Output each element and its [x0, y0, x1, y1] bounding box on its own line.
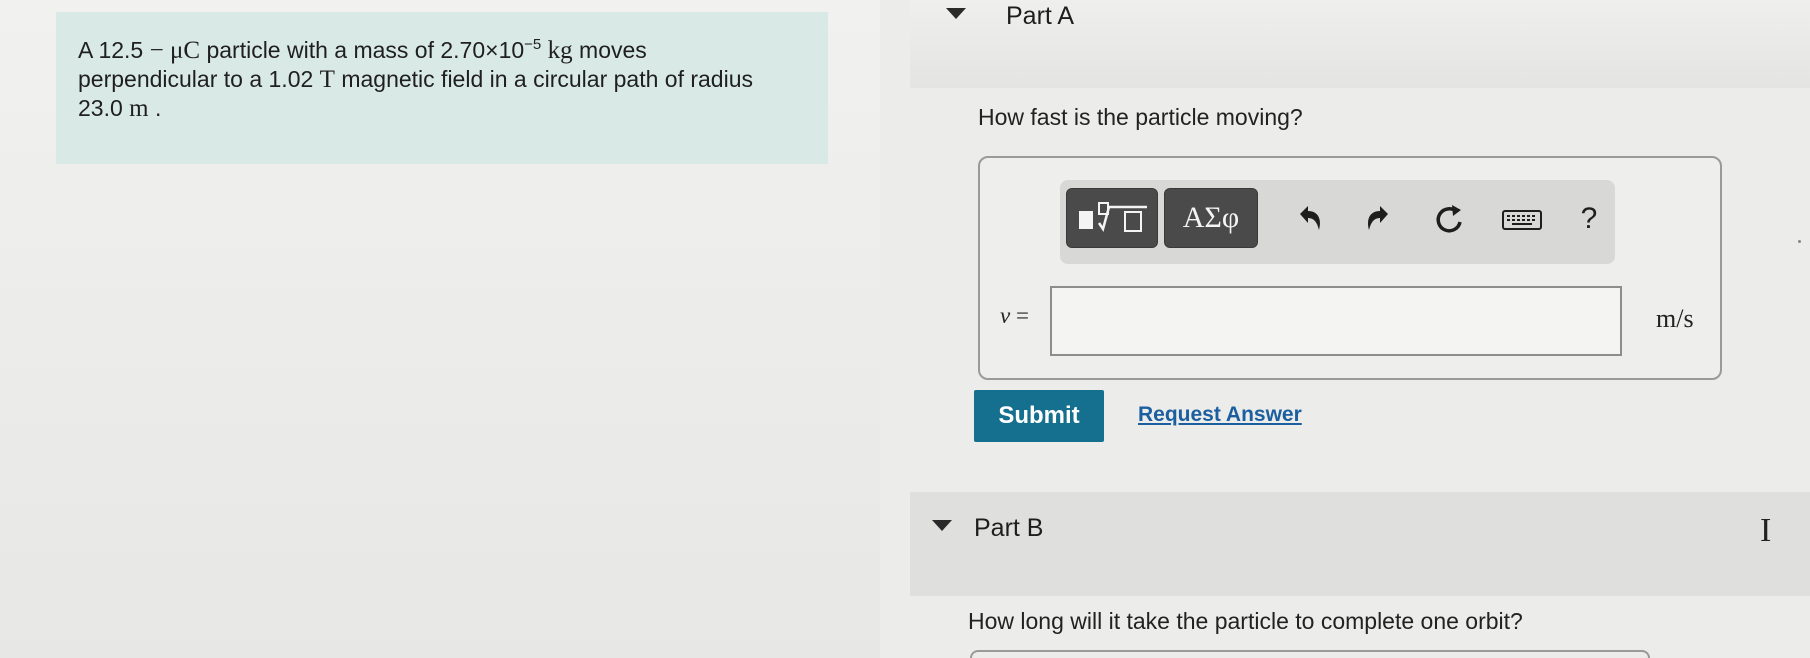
reset-icon — [1436, 205, 1462, 233]
mass-value: 2.70×10 — [440, 37, 525, 63]
submit-button[interactable]: Submit — [974, 390, 1104, 442]
templates-icon — [1079, 202, 1147, 232]
mass-unit: kg — [547, 37, 573, 64]
collapse-caret-icon[interactable] — [932, 520, 952, 531]
part-b-answer-panel-edge — [970, 650, 1650, 658]
problem-intro-text: A 12.5 — [78, 37, 144, 63]
templates-button[interactable] — [1066, 188, 1158, 248]
part-a-header[interactable]: Part A — [910, 0, 1810, 88]
variable-symbol: v — [1000, 303, 1011, 328]
help-button[interactable]: ? — [1570, 200, 1608, 238]
field-unit: T — [319, 66, 335, 93]
keyboard-button[interactable] — [1500, 200, 1544, 238]
mass-exponent: −5 — [524, 36, 542, 53]
keyboard-icon — [1502, 210, 1542, 230]
answer-column: Part A How fast is the particle moving? … — [880, 0, 1810, 658]
undo-button[interactable] — [1290, 200, 1328, 238]
redo-button[interactable] — [1360, 200, 1398, 238]
part-b-header[interactable]: Part B I — [910, 492, 1810, 596]
problem-column: A 12.5 − μC particle with a mass of 2.70… — [0, 0, 880, 658]
problem-statement-box: A 12.5 − μC particle with a mass of 2.70… — [56, 12, 828, 164]
answer-input[interactable] — [1050, 286, 1622, 356]
undo-icon — [1300, 206, 1320, 230]
greek-symbols-button[interactable]: ΑΣφ — [1164, 188, 1258, 248]
problem-statement: A 12.5 − μC particle with a mass of 2.70… — [78, 30, 778, 123]
redo-icon — [1368, 206, 1388, 230]
mass-intro-text: particle with a mass of — [206, 37, 441, 63]
answer-panel: ΑΣφ ? v = m/s — [978, 156, 1722, 380]
part-b-title: Part B — [974, 514, 1044, 542]
part-a-title: Part A — [1006, 2, 1075, 30]
reset-button[interactable] — [1430, 200, 1468, 238]
collapse-caret-icon[interactable] — [946, 8, 966, 19]
math-toolbar: ΑΣφ ? — [1060, 180, 1615, 264]
charge-unit: − μC — [149, 37, 201, 64]
stray-dot — [1798, 240, 1801, 243]
variable-label: v = — [1000, 303, 1029, 329]
part-b-question: How long will it take the particle to co… — [968, 608, 1523, 634]
equals-sign: = — [1015, 303, 1029, 328]
radius-unit: m — [129, 95, 149, 122]
request-answer-link[interactable]: Request Answer — [1138, 403, 1302, 427]
problem-end: . — [155, 95, 162, 121]
part-a-question: How fast is the particle moving? — [978, 104, 1303, 130]
text-cursor-icon: I — [1760, 512, 1772, 549]
unit-label: m/s — [1656, 304, 1694, 333]
